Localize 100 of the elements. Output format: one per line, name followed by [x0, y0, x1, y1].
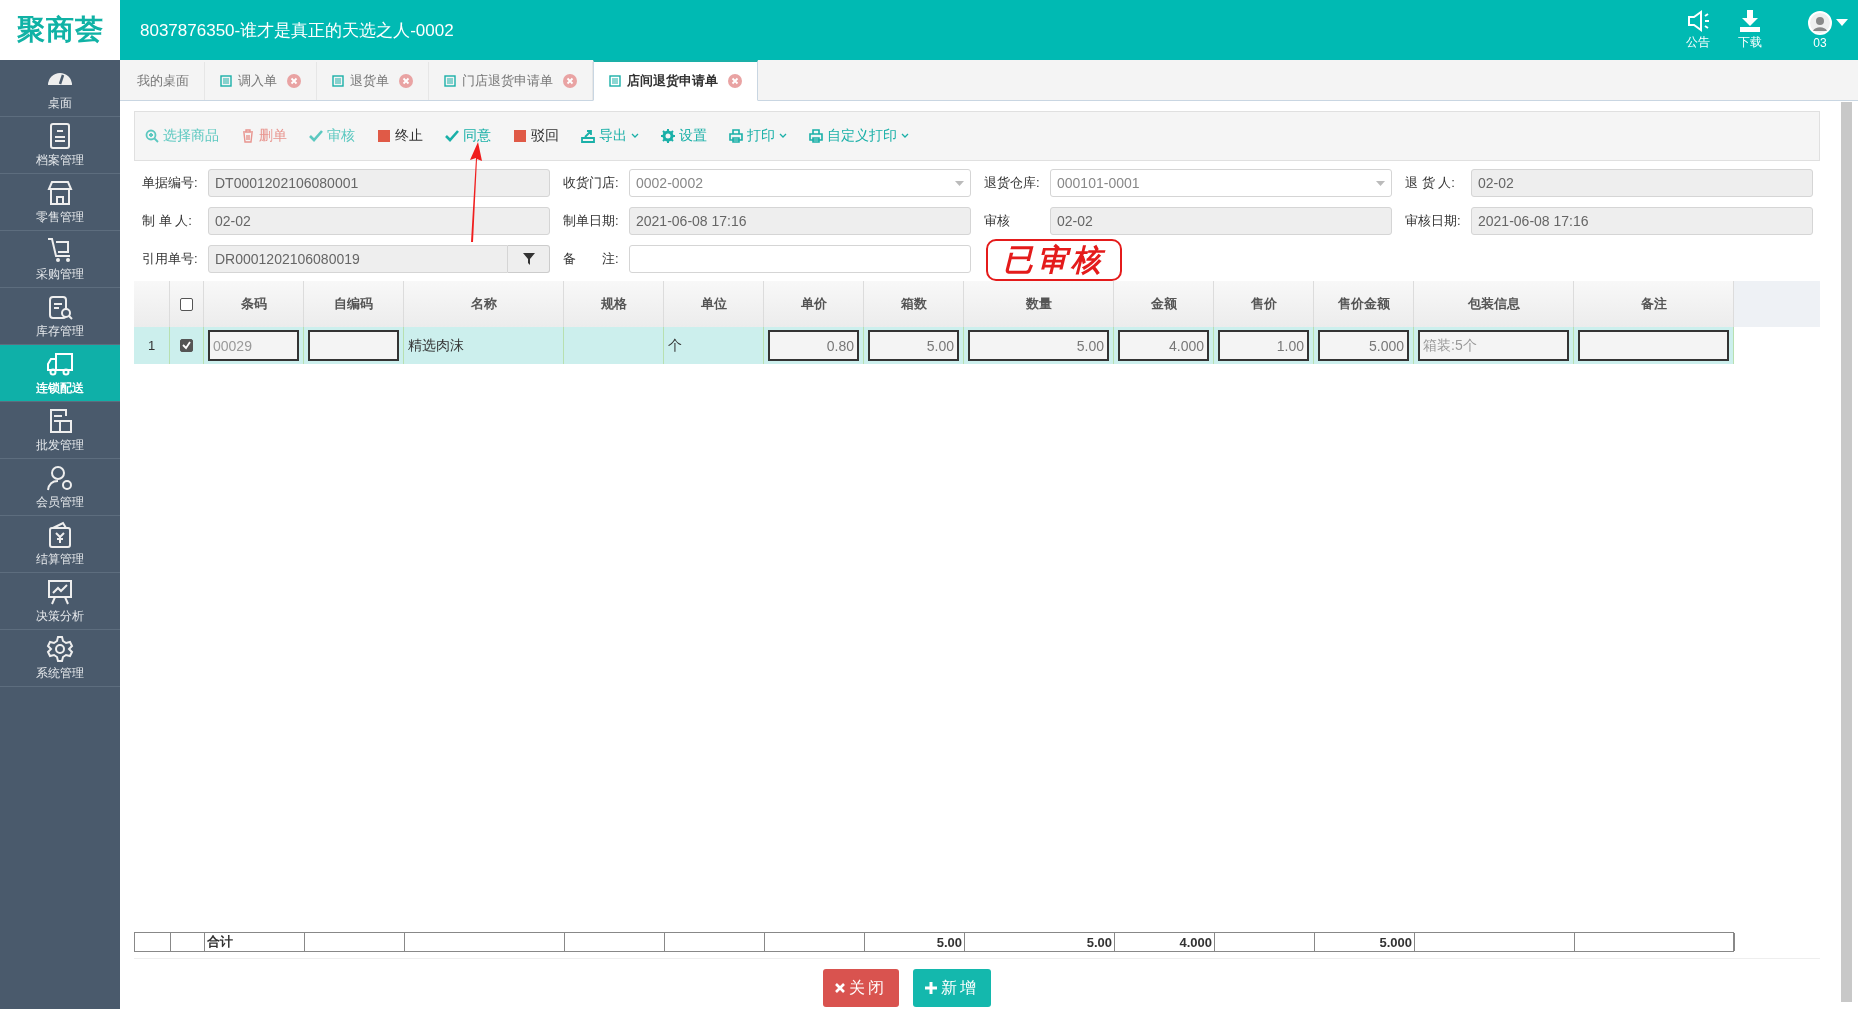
header-action[interactable]: 公告	[1686, 9, 1710, 51]
document-icon	[444, 75, 456, 87]
header-action[interactable]: 下载	[1738, 9, 1762, 51]
total-value: 5.00	[1086, 934, 1112, 950]
row-number: 1	[147, 338, 156, 353]
select-field[interactable]: 000101-0001	[1050, 169, 1392, 197]
window-title: 8037876350-谁才是真正的天选之人-0002	[140, 19, 455, 42]
cell-input[interactable]: 5.000	[1318, 330, 1409, 361]
column-header: 售价金额	[1314, 281, 1414, 327]
cell-input[interactable]: 5.00	[868, 330, 959, 361]
plus-icon	[925, 982, 937, 994]
sidebar-item[interactable]: 连锁配送	[0, 345, 120, 402]
cell-input[interactable]: 00029	[208, 330, 299, 361]
field-label: 审核	[984, 212, 1011, 230]
column-header: 售价	[1214, 281, 1314, 327]
cell-input[interactable]: 箱装:5个	[1418, 330, 1569, 361]
sidebar-item[interactable]: 采购管理	[0, 231, 120, 288]
select-field[interactable]: 0002-0002	[629, 169, 971, 197]
caret-icon	[1836, 18, 1848, 27]
check-icon	[445, 129, 459, 143]
toolbar-button[interactable]: 驳回	[513, 127, 559, 145]
select-all-checkbox[interactable]	[180, 297, 193, 311]
table-cell-text: 精选肉沫	[407, 336, 464, 355]
field-label: 退货仓库:	[984, 174, 1041, 192]
close-icon[interactable]	[728, 74, 742, 88]
add-button[interactable]: 新增	[913, 969, 991, 1007]
cell-input[interactable]: 5.00	[968, 330, 1109, 361]
export-icon	[581, 129, 595, 143]
close-icon[interactable]	[399, 74, 413, 88]
total-value: 4.000	[1179, 934, 1212, 950]
row-checkbox[interactable]	[180, 339, 193, 352]
toolbar-button[interactable]: 导出	[581, 127, 639, 145]
sidebar-item[interactable]: 决策分析	[0, 573, 120, 630]
field-label: 备 注:	[563, 250, 620, 268]
store-icon	[46, 178, 74, 207]
sidebar-item[interactable]: 档案管理	[0, 117, 120, 174]
close-icon	[835, 983, 845, 993]
cell-input[interactable]: 1.00	[1218, 330, 1309, 361]
document-icon	[609, 75, 621, 87]
field-label: 收货门店:	[563, 174, 620, 192]
toolbar-button[interactable]: 同意	[445, 127, 491, 145]
trash-icon	[241, 129, 255, 143]
field-label: 制 单 人:	[142, 212, 193, 230]
stop-icon	[513, 129, 527, 143]
toolbar-button[interactable]: 设置	[661, 127, 707, 145]
column-header: 备注	[1574, 281, 1734, 327]
cell-input[interactable]	[1578, 330, 1729, 361]
user-icon	[46, 463, 74, 492]
user-menu[interactable]: 03	[1808, 10, 1832, 50]
download-icon	[1738, 9, 1762, 33]
column-header: 数量	[964, 281, 1114, 327]
column-header: 条码	[204, 281, 304, 327]
close-button[interactable]: 关闭	[823, 969, 899, 1007]
cell-input[interactable]: 0.80	[768, 330, 859, 361]
tab[interactable]: 店间退货申请单	[593, 60, 758, 101]
sidebar-item[interactable]: 系统管理	[0, 630, 120, 687]
column-header: 金额	[1114, 281, 1214, 327]
sidebar-item[interactable]: 结算管理	[0, 516, 120, 573]
tab[interactable]: 退货单	[317, 62, 429, 100]
wallet-icon	[46, 520, 74, 549]
caret-icon	[955, 180, 964, 186]
column-header: 箱数	[864, 281, 964, 327]
tab[interactable]: 我的桌面	[122, 62, 205, 100]
toolbar-button[interactable]: 打印	[729, 127, 787, 145]
scrollbar[interactable]	[1841, 102, 1852, 1002]
input-field[interactable]: DT0001202106080001	[208, 169, 550, 197]
cell-input[interactable]	[308, 330, 399, 361]
column-header: 单位	[664, 281, 764, 327]
cell-input[interactable]: 4.000	[1118, 330, 1209, 361]
column-header: 名称	[404, 281, 564, 327]
table-row[interactable]: 1 00029 精选肉沫 个 0.80 5.00 5.00 4.000 1.00 5.000 箱装:5个	[134, 327, 1734, 364]
close-icon[interactable]	[287, 74, 301, 88]
tab[interactable]: 调入单	[205, 62, 317, 100]
field-label: 单据编号:	[142, 174, 199, 192]
sidebar-item[interactable]: 批发管理	[0, 402, 120, 459]
close-icon[interactable]	[563, 74, 577, 88]
approved-stamp: 已审核	[986, 239, 1122, 281]
filter-button[interactable]	[508, 245, 550, 273]
input-field[interactable]: 2021-06-08 17:16	[1471, 207, 1813, 235]
search-plus-icon	[145, 129, 159, 143]
column-header: 包装信息	[1414, 281, 1574, 327]
avatar-icon	[1808, 10, 1832, 35]
filter-icon	[522, 253, 535, 265]
check-icon	[309, 129, 323, 143]
sidebar-item[interactable]: 会员管理	[0, 459, 120, 516]
input-field[interactable]: 2021-06-08 17:16	[629, 207, 971, 235]
logo: 聚商荟	[0, 0, 120, 60]
settings-icon	[661, 129, 675, 143]
field-label: 制单日期:	[563, 212, 620, 230]
sidebar-item[interactable]: 零售管理	[0, 174, 120, 231]
column-header: 规格	[564, 281, 664, 327]
input-field[interactable]: 02-02	[1050, 207, 1392, 235]
input-field[interactable]: DR0001202106080019	[208, 245, 508, 273]
input-field[interactable]	[629, 245, 971, 273]
input-field[interactable]: 02-02	[1471, 169, 1813, 197]
toolbar-button[interactable]: 自定义打印	[809, 127, 909, 145]
input-field[interactable]: 02-02	[208, 207, 550, 235]
total-value: 5.000	[1379, 934, 1412, 950]
field-label: 引用单号:	[142, 250, 199, 268]
toolbar-button[interactable]: 终止	[377, 127, 423, 145]
